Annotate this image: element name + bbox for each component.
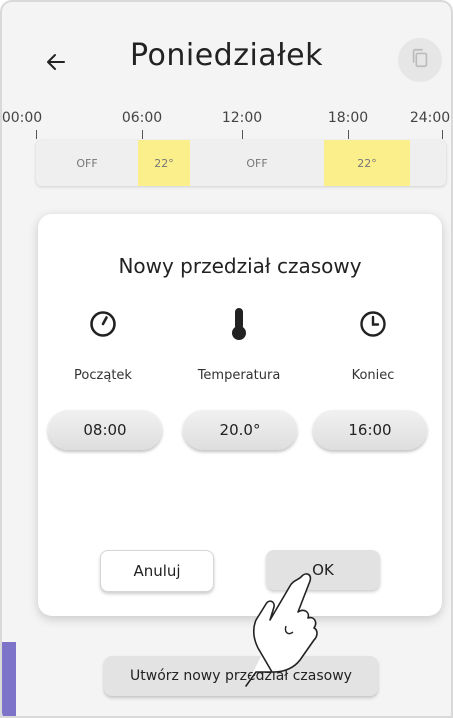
timeline-tick: [36, 130, 37, 139]
timer-icon: [38, 304, 168, 344]
timeline-label: 18:00: [327, 110, 369, 126]
copy-button[interactable]: [398, 38, 442, 82]
hand-pointer-icon: [245, 573, 318, 687]
app-screen: Poniedziałek 00:00 06:00 12:00 18:00 24:…: [0, 0, 453, 718]
start-time-button[interactable]: 08:00: [48, 410, 162, 450]
end-column: Koniec: [308, 304, 438, 383]
copy-icon: [409, 47, 431, 73]
timeline-label: 06:00: [121, 110, 163, 126]
timeline-bar[interactable]: OFF 22° OFF 22°: [36, 140, 446, 186]
cancel-button[interactable]: Anuluj: [100, 550, 214, 592]
thermometer-icon: [174, 304, 304, 344]
dialog-title: Nowy przedział czasowy: [118, 254, 362, 278]
timeline-segment-off[interactable]: OFF: [190, 140, 324, 186]
start-column: Początek: [38, 304, 168, 383]
timeline-segment-off[interactable]: OFF: [36, 140, 138, 186]
timeline-label: 24:00: [409, 110, 451, 126]
timeline-segment-on[interactable]: 22°: [324, 140, 410, 186]
clock-icon: [308, 304, 438, 344]
accent-strip: [2, 642, 16, 716]
page-title: Poniedziałek: [129, 38, 324, 73]
timeline-tick: [142, 130, 143, 139]
temperature-label: Temperatura: [197, 368, 281, 383]
timeline-axis: 00:00 06:00 12:00 18:00 24:00: [1, 110, 451, 140]
new-interval-dialog: Nowy przedział czasowy Początek Temperat…: [38, 214, 442, 616]
timeline-tick: [348, 130, 349, 139]
timeline-label: 00:00: [1, 110, 43, 126]
timeline-tick: [242, 130, 243, 139]
temperature-column: Temperatura: [174, 304, 304, 383]
start-label: Początek: [74, 368, 132, 383]
header: Poniedziałek: [2, 2, 451, 112]
temperature-button[interactable]: 20.0°: [183, 410, 297, 450]
timeline-tick: [442, 130, 443, 139]
end-label: Koniec: [351, 368, 395, 383]
timeline-segment-on[interactable]: 22°: [138, 140, 190, 186]
end-time-button[interactable]: 16:00: [313, 410, 427, 450]
timeline-label: 12:00: [221, 110, 263, 126]
